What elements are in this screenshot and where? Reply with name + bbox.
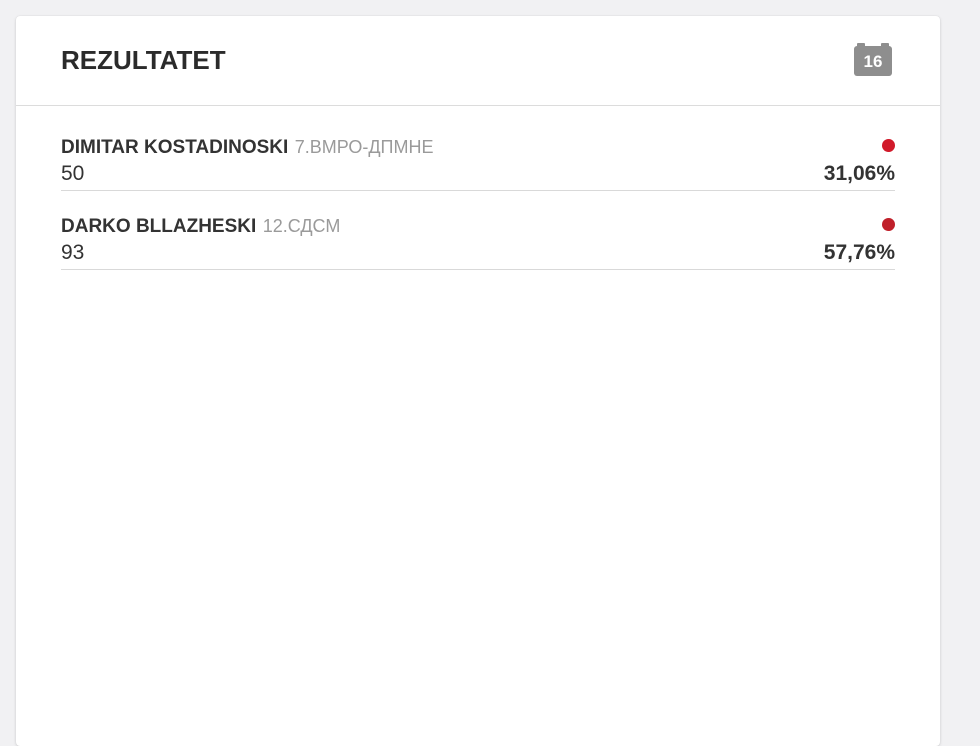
result-row: DARKO BLLAZHESKI 12.СДСМ 93 57,76%: [61, 213, 895, 270]
results-list: DIMITAR KOSTADINOSKI 7.ВМРО-ДПМНЕ 50 31,…: [61, 134, 895, 292]
candidate-line: DIMITAR KOSTADINOSKI 7.ВМРО-ДПМНЕ: [61, 134, 434, 162]
party-name: 7.ВМРО-ДПМНЕ: [294, 137, 434, 157]
vote-count: 93: [61, 241, 85, 264]
vote-percentage: 57,76%: [823, 241, 895, 264]
vote-count: 50: [61, 162, 85, 185]
vote-percentage: 31,06%: [823, 162, 895, 185]
status-dot-icon: [882, 139, 895, 152]
status-dot-icon: [882, 218, 895, 231]
result-row: DIMITAR KOSTADINOSKI 7.ВМРО-ДПМНЕ 50 31,…: [61, 134, 895, 191]
candidate-line: DARKO BLLAZHESKI 12.СДСМ: [61, 213, 340, 241]
panel-header: REZULTATET 16: [16, 16, 940, 106]
candidate-name: DARKO BLLAZHESKI: [61, 216, 257, 237]
calendar-count-badge: 16: [854, 43, 892, 76]
party-name: 12.СДСМ: [262, 216, 341, 236]
panel-title: REZULTATET: [61, 45, 226, 75]
results-panel: REZULTATET 16 DIMITAR KOSTADINOSKI 7.ВМР…: [16, 16, 940, 746]
candidate-name: DIMITAR KOSTADINOSKI: [61, 137, 289, 158]
